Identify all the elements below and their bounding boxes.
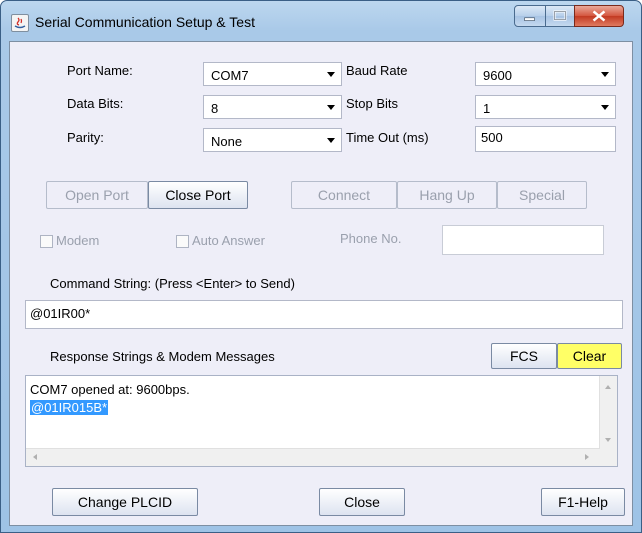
chevron-down-icon <box>601 105 609 110</box>
maximize-button[interactable] <box>545 5 575 27</box>
help-button[interactable]: F1-Help <box>541 488 625 516</box>
timeout-label: Time Out (ms) <box>346 130 429 145</box>
modem-label: Modem <box>56 233 100 248</box>
response-line: COM7 opened at: 9600bps. <box>30 382 190 397</box>
timeout-field[interactable]: 500 <box>475 126 616 152</box>
command-string-label: Command String: (Press <Enter> to Send) <box>50 276 295 291</box>
change-plcid-button[interactable]: Change PLCID <box>52 488 198 516</box>
response-label: Response Strings & Modem Messages <box>50 349 275 364</box>
hang-up-button[interactable]: Hang Up <box>397 181 497 209</box>
minimize-button[interactable] <box>514 5 546 27</box>
scroll-corner <box>600 449 617 466</box>
parity-value: None <box>211 134 243 149</box>
baud-rate-value: 9600 <box>483 68 512 83</box>
fcs-button[interactable]: FCS <box>491 343 557 369</box>
title-bar[interactable]: Serial Communication Setup & Test <box>1 1 641 41</box>
clear-button[interactable]: Clear <box>557 343 622 369</box>
command-string-value: @01IR00* <box>30 306 91 321</box>
baud-rate-combo[interactable]: 9600 <box>475 62 616 86</box>
parity-combo[interactable]: None <box>203 128 342 152</box>
scroll-right-icon[interactable] <box>585 454 589 460</box>
auto-answer-checkbox[interactable] <box>176 235 189 248</box>
modem-checkbox[interactable] <box>40 235 53 248</box>
port-name-label: Port Name: <box>67 63 133 78</box>
window-title: Serial Communication Setup & Test <box>35 14 255 30</box>
close-port-button[interactable]: Close Port <box>148 181 248 209</box>
baud-rate-label: Baud Rate <box>346 63 408 78</box>
timeout-value: 500 <box>481 130 503 145</box>
close-window-button[interactable] <box>574 5 624 27</box>
chevron-down-icon <box>327 72 335 77</box>
phone-number-label: Phone No. <box>340 231 402 246</box>
special-button[interactable]: Special <box>497 181 587 209</box>
data-bits-combo[interactable]: 8 <box>203 95 342 119</box>
phone-number-field[interactable] <box>442 225 604 255</box>
stop-bits-combo[interactable]: 1 <box>475 95 616 119</box>
chevron-down-icon <box>327 138 335 143</box>
stop-bits-label: Stop Bits <box>346 96 399 111</box>
scroll-down-icon[interactable] <box>605 438 611 442</box>
java-icon <box>11 14 29 32</box>
port-name-combo[interactable]: COM7 <box>203 62 342 86</box>
stop-bits-value: 1 <box>483 101 491 116</box>
data-bits-label: Data Bits: <box>67 96 124 111</box>
connect-button[interactable]: Connect <box>291 181 397 209</box>
horizontal-scrollbar[interactable] <box>26 448 600 466</box>
command-string-input[interactable]: @01IR00* <box>25 300 623 329</box>
response-line-selected: @01IR015B* <box>30 400 109 415</box>
vertical-scrollbar[interactable] <box>599 376 617 450</box>
close-button[interactable]: Close <box>319 488 405 516</box>
chevron-down-icon <box>601 72 609 77</box>
scroll-up-icon[interactable] <box>605 385 611 389</box>
auto-answer-label: Auto Answer <box>192 233 265 248</box>
port-name-value: COM7 <box>211 68 249 83</box>
parity-label: Parity: <box>67 130 104 145</box>
response-textarea[interactable]: COM7 opened at: 9600bps. @01IR015B* <box>25 375 618 467</box>
open-port-button[interactable]: Open Port <box>46 181 148 209</box>
data-bits-value: 8 <box>211 101 219 116</box>
dialog-body: Port Name: COM7 Baud Rate 9600 Data Bits… <box>9 41 633 526</box>
app-window: Serial Communication Setup & Test Port N… <box>0 0 642 533</box>
chevron-down-icon <box>327 105 335 110</box>
scroll-left-icon[interactable] <box>33 454 37 460</box>
